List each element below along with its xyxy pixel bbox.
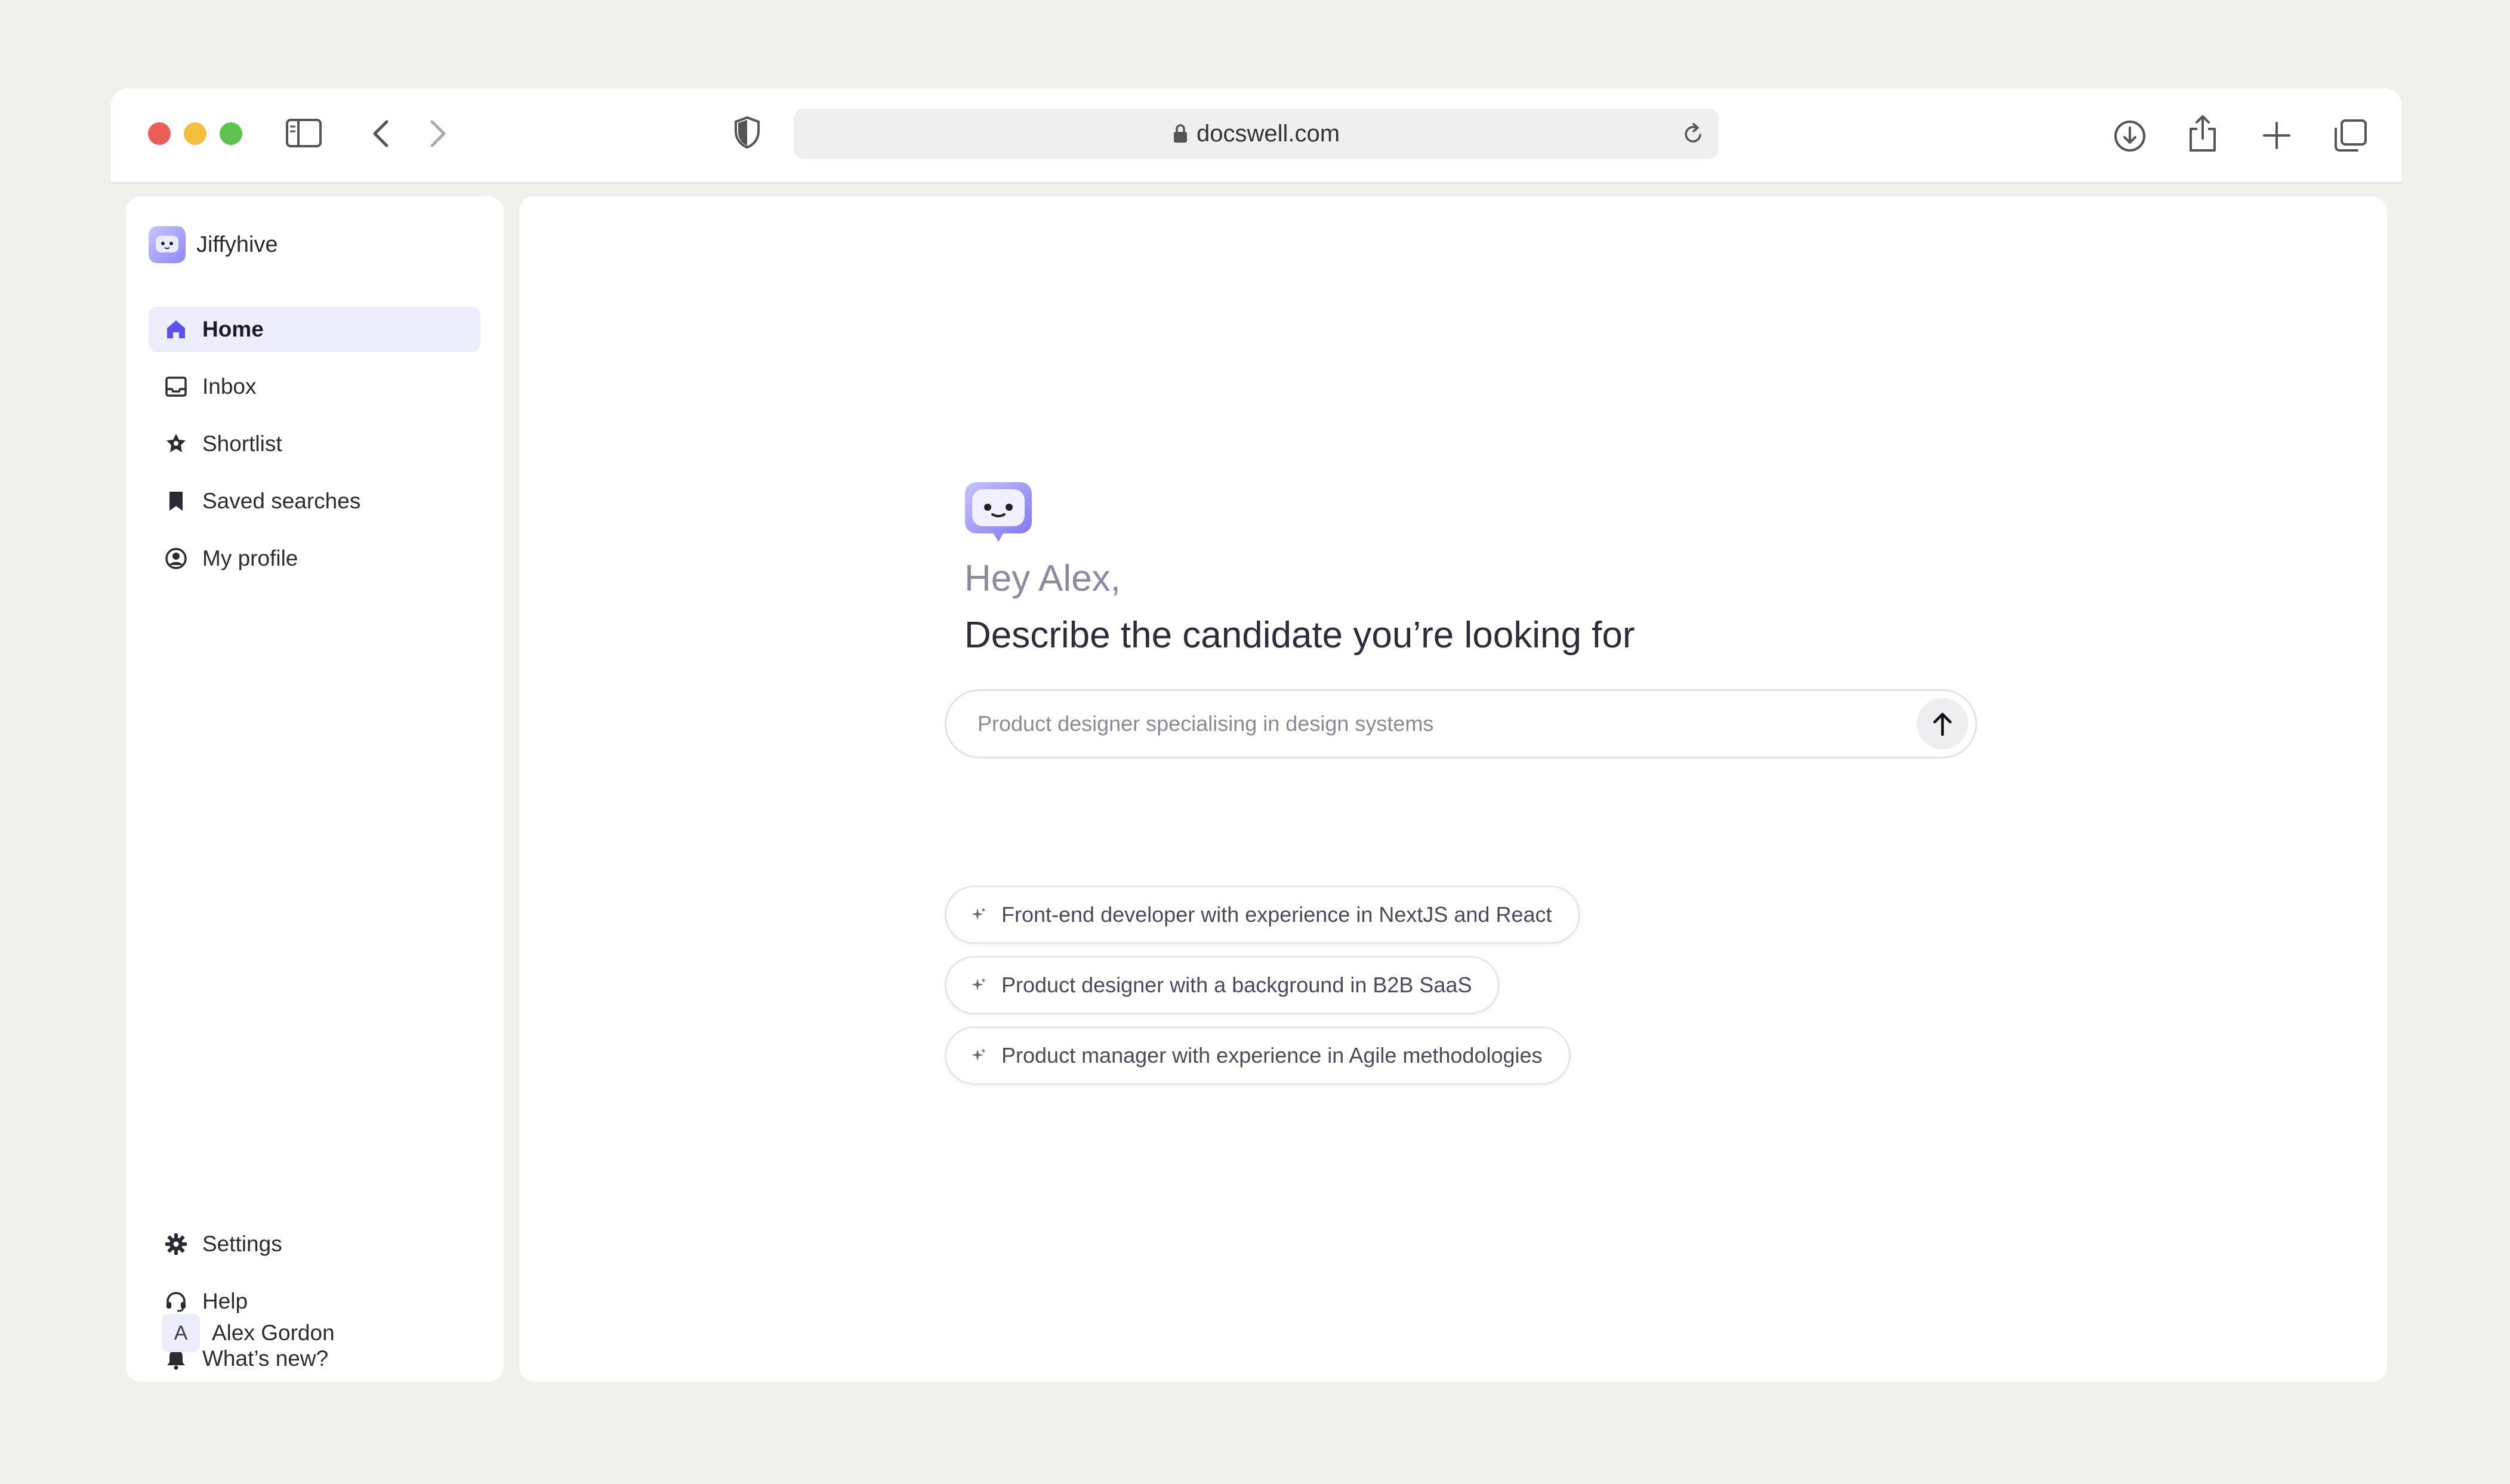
- maximize-window-button[interactable]: [220, 122, 242, 145]
- bookmark-icon: [163, 488, 189, 514]
- tab-overview-icon[interactable]: [2333, 118, 2368, 153]
- sparkle-icon: [970, 977, 987, 994]
- page-title: Describe the candidate you’re looking fo…: [964, 615, 1635, 656]
- minimize-window-button[interactable]: [184, 122, 206, 145]
- suggestion-chip[interactable]: Front-end developer with experience in N…: [945, 886, 1580, 944]
- submit-search-button[interactable]: [1917, 698, 1968, 749]
- shield-icon[interactable]: [733, 116, 761, 149]
- home-icon: [163, 316, 189, 343]
- gear-icon: [163, 1231, 189, 1257]
- browser-window: docswell.com Jiffyhive Home Inbox Shortl…: [111, 88, 2401, 1394]
- download-icon[interactable]: [2113, 119, 2147, 153]
- browser-toolbar: docswell.com: [111, 88, 2401, 184]
- suggestion-list: Front-end developer with experience in N…: [945, 886, 1580, 1097]
- sidebar-toggle-icon[interactable]: [285, 118, 322, 148]
- sparkle-icon: [970, 1047, 987, 1064]
- suggestion-chip[interactable]: Product manager with experience in Agile…: [945, 1026, 1571, 1085]
- url-text: docswell.com: [1196, 120, 1340, 147]
- sidebar-item-saved-searches[interactable]: Saved searches: [149, 479, 480, 524]
- suggestion-text: Product manager with experience in Agile…: [1001, 1043, 1543, 1068]
- greeting: Hey Alex,: [964, 558, 1121, 599]
- address-bar[interactable]: docswell.com: [794, 109, 1719, 159]
- search-input[interactable]: [978, 711, 1873, 736]
- avatar: A: [162, 1314, 200, 1352]
- sidebar-item-label: Shortlist: [202, 431, 282, 456]
- arrow-up-icon: [1933, 712, 1952, 736]
- sidebar-item-my-profile[interactable]: My profile: [149, 536, 480, 581]
- headset-icon: [163, 1288, 189, 1315]
- sidebar-item-settings[interactable]: Settings: [149, 1221, 480, 1267]
- sidebar: Jiffyhive Home Inbox Shortlist Saved sea…: [126, 196, 504, 1382]
- sidebar-item-home[interactable]: Home: [149, 307, 480, 352]
- lock-icon: [1173, 124, 1188, 144]
- user-name: Alex Gordon: [212, 1321, 335, 1345]
- main-nav: Home Inbox Shortlist Saved searches My p…: [149, 307, 480, 593]
- sidebar-item-shortlist[interactable]: Shortlist: [149, 421, 480, 467]
- sidebar-item-label: Saved searches: [202, 489, 361, 513]
- sidebar-item-inbox[interactable]: Inbox: [149, 364, 480, 409]
- candidate-search: [945, 689, 1977, 758]
- assistant-bot-icon: [964, 480, 1033, 544]
- main-content: Hey Alex, Describe the candidate you’re …: [519, 196, 2387, 1382]
- jiffyhive-logo-icon: [149, 226, 186, 263]
- shortlist-icon: [163, 431, 189, 457]
- sidebar-item-label: My profile: [202, 546, 298, 570]
- close-window-button[interactable]: [148, 122, 171, 145]
- new-tab-icon[interactable]: [2262, 121, 2292, 150]
- suggestion-text: Product designer with a background in B2…: [1001, 973, 1472, 997]
- profile-icon: [163, 545, 189, 572]
- inbox-icon: [163, 374, 189, 400]
- reload-icon[interactable]: [1682, 122, 1704, 152]
- sidebar-item-label: Help: [202, 1289, 248, 1313]
- suggestion-text: Front-end developer with experience in N…: [1001, 902, 1552, 927]
- sparkle-icon: [970, 906, 987, 923]
- forward-arrow-icon[interactable]: [428, 119, 448, 148]
- brand[interactable]: Jiffyhive: [149, 226, 278, 263]
- secondary-nav: Settings Help What’s new?: [149, 1221, 480, 1393]
- brand-name: Jiffyhive: [196, 232, 278, 257]
- sidebar-item-label: Settings: [202, 1232, 282, 1256]
- share-icon[interactable]: [2187, 115, 2218, 153]
- sidebar-item-label: Home: [202, 317, 264, 341]
- sidebar-item-label: Inbox: [202, 374, 257, 399]
- suggestion-chip[interactable]: Product designer with a background in B2…: [945, 956, 1500, 1014]
- user-account[interactable]: A Alex Gordon: [162, 1314, 335, 1352]
- back-arrow-icon[interactable]: [371, 119, 390, 148]
